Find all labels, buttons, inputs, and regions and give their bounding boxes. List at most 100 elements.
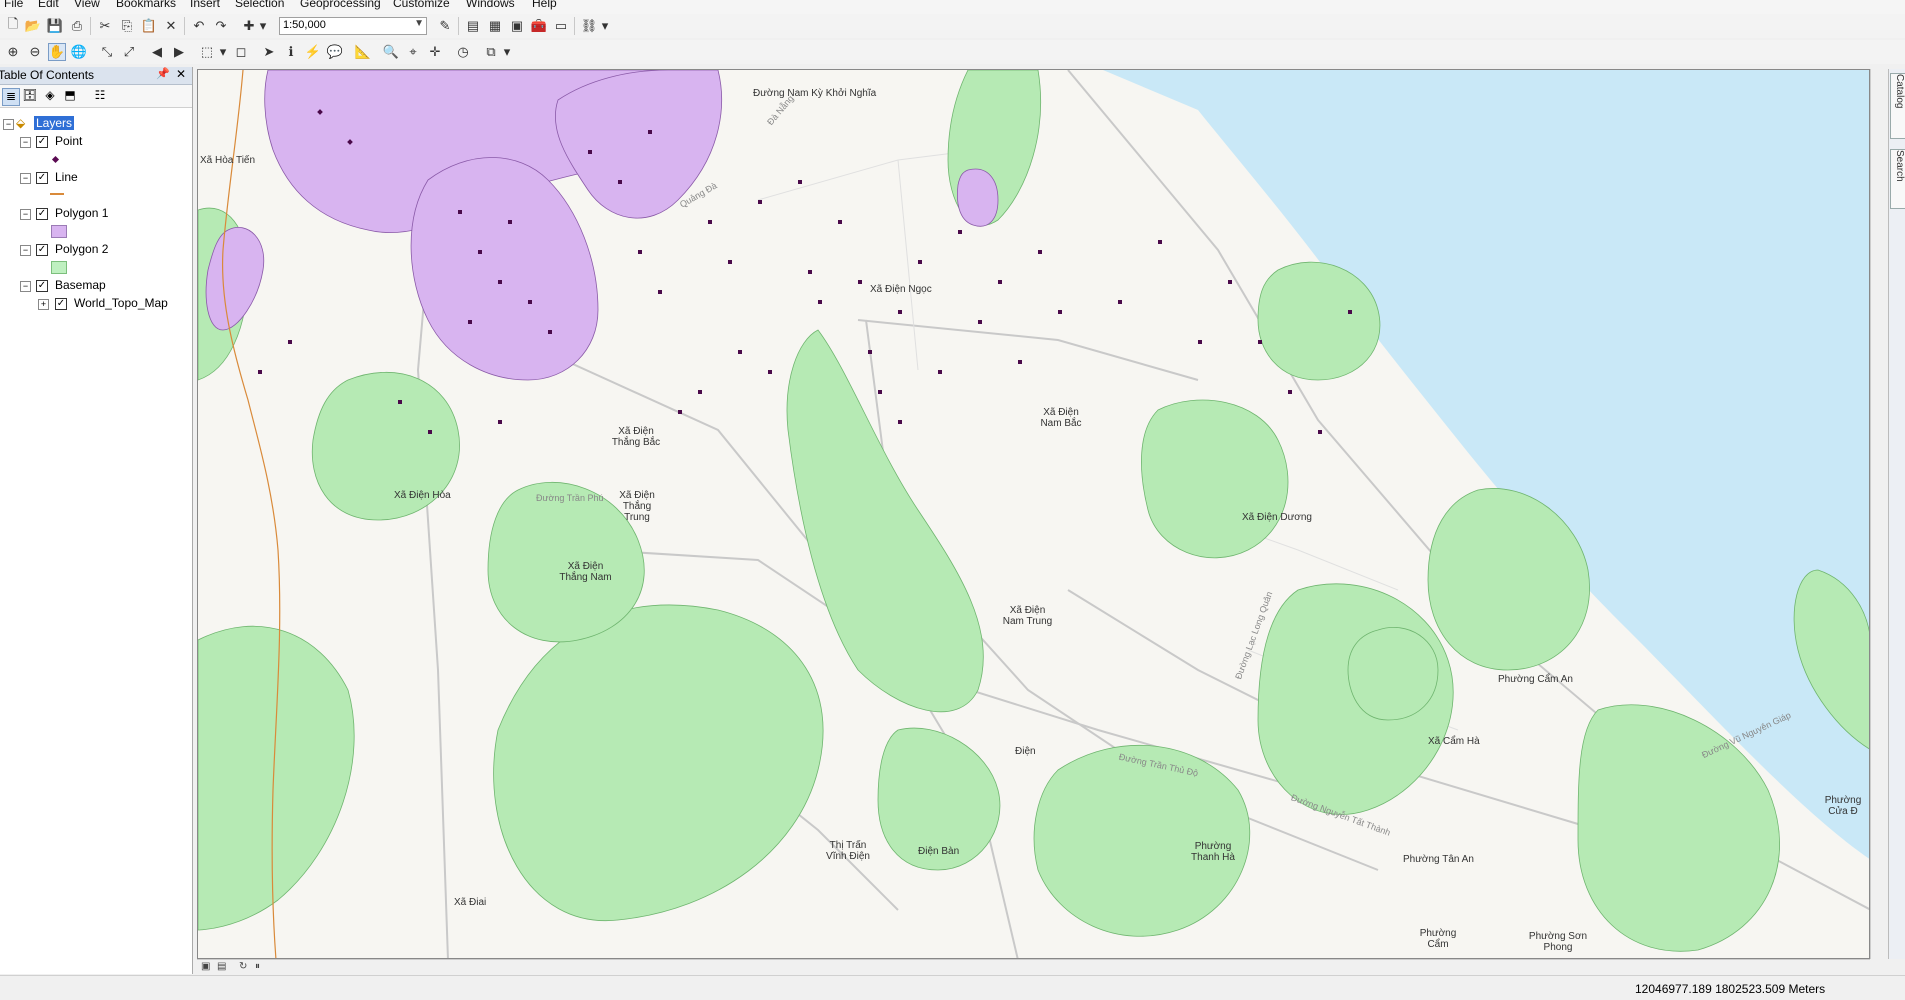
paste-icon[interactable]: 📋 [140,17,158,35]
table-of-contents-icon[interactable]: ▤ [464,17,482,35]
zoom-in-icon[interactable]: ⊕ [4,43,22,61]
collapse-icon[interactable]: − [20,209,31,220]
back-arrow-icon[interactable]: ◀ [148,43,166,61]
chevron-down-icon[interactable]: ▼ [414,18,424,29]
time-slider-icon[interactable]: ◷ [454,43,472,61]
list-by-source-icon[interactable]: 🗄 [22,88,38,104]
redo-icon[interactable]: ↷ [212,17,230,35]
menu-file[interactable]: File [4,0,23,10]
options-icon[interactable]: ☷ [92,88,108,104]
pin-icon[interactable]: 📌 [156,67,170,80]
visibility-checkbox[interactable]: ✓ [36,172,48,184]
list-by-visibility-icon[interactable]: ◈ [42,88,58,104]
python-window-icon[interactable]: ▭ [552,17,570,35]
delete-icon[interactable]: ✕ [162,17,180,35]
new-document-icon[interactable]: 🗋 [4,16,22,35]
menu-windows[interactable]: Windows [466,0,515,10]
select-elements-icon[interactable]: ➤ [260,43,278,61]
place-label: Xã Điện Thắng Bắc [611,426,661,448]
hyperlink-icon[interactable]: ⚡ [304,43,322,61]
toc-layer-basemap[interactable]: − ✓ Basemap [0,278,192,294]
place-label: Xã Điện Thắng Trung [619,490,655,523]
add-data-icon[interactable]: ✚ [240,17,258,35]
find-route-icon[interactable]: ⌖ [404,43,422,61]
list-by-selection-icon[interactable]: ⬒ [62,88,78,104]
catalog-window-icon[interactable]: ▦ [486,17,504,35]
menu-selection[interactable]: Selection [235,0,284,10]
open-icon[interactable]: 📂 [24,17,42,35]
toc-layer-line[interactable]: − ✓ Line [0,170,192,186]
menu-view[interactable]: View [74,0,100,10]
chevron-down-icon[interactable]: ▾ [218,43,228,61]
data-frame-layers[interactable]: − ⬙ Layers [0,116,192,132]
visibility-checkbox[interactable]: ✓ [36,208,48,220]
toc-sublayer-world-topo-map[interactable]: + ✓ World_Topo_Map [0,296,192,312]
create-viewer-window-icon[interactable]: ⧉ [482,43,500,61]
go-to-xy-icon[interactable]: ✛ [426,43,444,61]
road [857,319,1199,381]
list-by-drawing-order-icon[interactable]: ≣ [2,88,20,106]
chevron-down-icon[interactable]: ▾ [600,17,610,35]
arctoolbox-icon[interactable]: 🧰 [530,17,548,35]
html-popup-icon[interactable]: 💬 [326,43,344,61]
search-window-icon[interactable]: ▣ [508,17,526,35]
copy-icon[interactable]: ⎘ [118,17,136,35]
map-view[interactable]: Xã Hòa Tiến Đường Nam Kỳ Khởi Nghĩa Xã Đ… [197,69,1870,959]
menu-insert[interactable]: Insert [190,0,220,10]
menu-edit[interactable]: Edit [38,0,59,10]
select-features-icon[interactable]: ⬚ [198,43,216,61]
menu-help[interactable]: Help [532,0,557,10]
toc-toolbar: ≣ 🗄 ◈ ⬒ ☷ [0,85,192,108]
pause-drawing-icon[interactable]: ⏸ [255,961,260,972]
full-extent-icon[interactable]: 🌐 [70,43,88,61]
collapse-icon[interactable]: − [20,245,31,256]
measure-icon[interactable]: 📐 [354,43,372,61]
toc-layer-point[interactable]: − ✓ Point [0,134,192,150]
layout-view-icon[interactable]: ▤ [217,961,226,972]
close-icon[interactable]: ✕ [176,67,186,81]
scale-combobox[interactable]: 1:50,000 ▼ [279,17,427,35]
find-icon[interactable]: 🔍 [382,43,400,61]
road [757,149,979,201]
map-vertical-scrollbar[interactable] [1870,69,1885,959]
fixed-zoom-out-icon[interactable]: ⤢ [120,43,138,61]
expand-icon[interactable]: + [38,299,49,310]
refresh-icon[interactable]: ↻ [239,961,247,972]
visibility-checkbox[interactable]: ✓ [36,244,48,256]
map-canvas[interactable] [198,70,1870,959]
model-builder-icon[interactable]: ⛓ [580,17,598,35]
save-icon[interactable]: 💾 [46,17,64,35]
editor-toolbar-icon[interactable]: ✎ [436,17,454,35]
collapse-icon[interactable]: − [20,281,31,292]
fixed-zoom-in-icon[interactable]: ⤡ [98,43,116,61]
scale-value: 1:50,000 [283,19,326,31]
cut-icon[interactable]: ✂ [96,17,114,35]
chevron-down-icon[interactable]: ▾ [502,43,512,61]
zoom-out-icon[interactable]: ⊖ [26,43,44,61]
collapse-icon[interactable]: − [3,119,14,130]
search-tab[interactable]: Search [1890,149,1905,209]
data-view-icon[interactable]: ▣ [201,961,210,972]
toc-layer-polygon-1[interactable]: − ✓ Polygon 1 [0,206,192,222]
menu-bookmarks[interactable]: Bookmarks [116,0,176,10]
collapse-icon[interactable]: − [20,173,31,184]
collapse-icon[interactable]: − [20,137,31,148]
chevron-down-icon[interactable]: ▾ [258,17,268,35]
identify-icon[interactable]: ℹ [282,43,300,61]
road [897,159,919,371]
visibility-checkbox[interactable]: ✓ [36,136,48,148]
menu-geoprocessing[interactable]: Geoprocessing [300,0,381,10]
forward-arrow-icon[interactable]: ▶ [170,43,188,61]
layers-icon: ⬙ [16,116,26,130]
toc-layer-polygon-2[interactable]: − ✓ Polygon 2 [0,242,192,258]
undo-icon[interactable]: ↶ [190,17,208,35]
visibility-checkbox[interactable]: ✓ [36,280,48,292]
pan-icon[interactable]: ✋ [48,43,66,61]
print-icon[interactable]: ⎙ [68,17,86,35]
clear-selection-icon[interactable]: ◻ [232,43,250,61]
place-label: Phường Sơn Phong [1528,931,1588,953]
catalog-tab[interactable]: Catalog [1890,73,1905,139]
menu-customize[interactable]: Customize [393,0,450,10]
table-of-contents-panel: Table Of Contents 📌 ✕ ≣ 🗄 ◈ ⬒ ☷ − ⬙ Laye… [0,67,193,974]
visibility-checkbox[interactable]: ✓ [55,298,67,310]
